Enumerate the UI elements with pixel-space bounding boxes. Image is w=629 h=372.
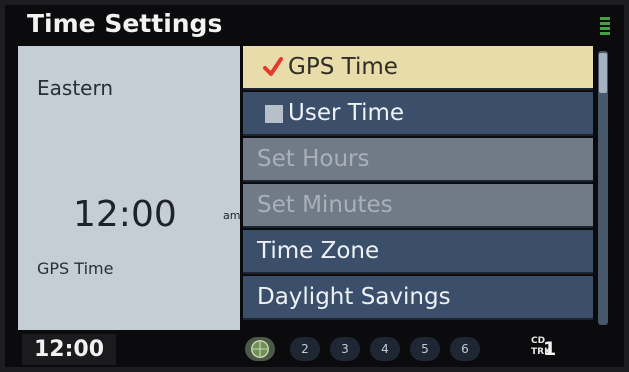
page-title: Time Settings: [27, 9, 223, 38]
status-clock: 12:00: [22, 334, 116, 365]
am-pm-indicator: am: [223, 209, 241, 222]
current-time-display: 12:00: [73, 194, 177, 235]
track-number: 1: [543, 338, 557, 360]
signal-strength-icon: [600, 17, 610, 37]
media-source-indicator: CD TRK 1: [531, 336, 595, 364]
menu-item-user-time[interactable]: User Time: [243, 92, 593, 136]
title-bar: Time Settings: [5, 5, 624, 45]
preset-5[interactable]: 5: [410, 337, 440, 361]
menu-item-gps-time[interactable]: GPS Time: [243, 46, 593, 90]
checkbox-icon: [265, 105, 283, 123]
preset-2[interactable]: 2: [290, 337, 320, 361]
preset-3[interactable]: 3: [330, 337, 360, 361]
menu-item-label: Time Zone: [257, 238, 380, 264]
menu-item-time-zone[interactable]: Time Zone: [243, 230, 593, 274]
menu-item-label: GPS Time: [288, 54, 398, 80]
scrollbar-thumb[interactable]: [599, 53, 607, 93]
preset-bar: 2 3 4 5 6: [245, 335, 515, 365]
menu-item-set-hours: Set Hours: [243, 138, 593, 182]
menu-item-label: Daylight Savings: [257, 284, 451, 310]
time-source-label: GPS Time: [37, 259, 114, 278]
preset-1-globe-icon[interactable]: [245, 337, 275, 361]
infotainment-screen: Time Settings Eastern 12:00 am GPS Time …: [5, 5, 624, 367]
checkmark-icon: [263, 57, 283, 76]
menu-item-set-minutes: Set Minutes: [243, 184, 593, 228]
menu-scrollbar[interactable]: [598, 51, 608, 325]
time-zone-label: Eastern: [37, 76, 114, 100]
time-info-panel: Eastern 12:00 am GPS Time: [18, 46, 240, 330]
menu-item-label: Set Minutes: [257, 192, 393, 218]
menu-item-label: User Time: [288, 100, 405, 126]
menu-item-daylight-savings[interactable]: Daylight Savings: [243, 276, 593, 320]
status-bar: 12:00 2 3 4 5 6 CD TRK 1: [5, 331, 624, 367]
status-clock-text: 12:00: [34, 337, 105, 362]
preset-6[interactable]: 6: [450, 337, 480, 361]
preset-4[interactable]: 4: [370, 337, 400, 361]
menu-item-label: Set Hours: [257, 146, 370, 172]
